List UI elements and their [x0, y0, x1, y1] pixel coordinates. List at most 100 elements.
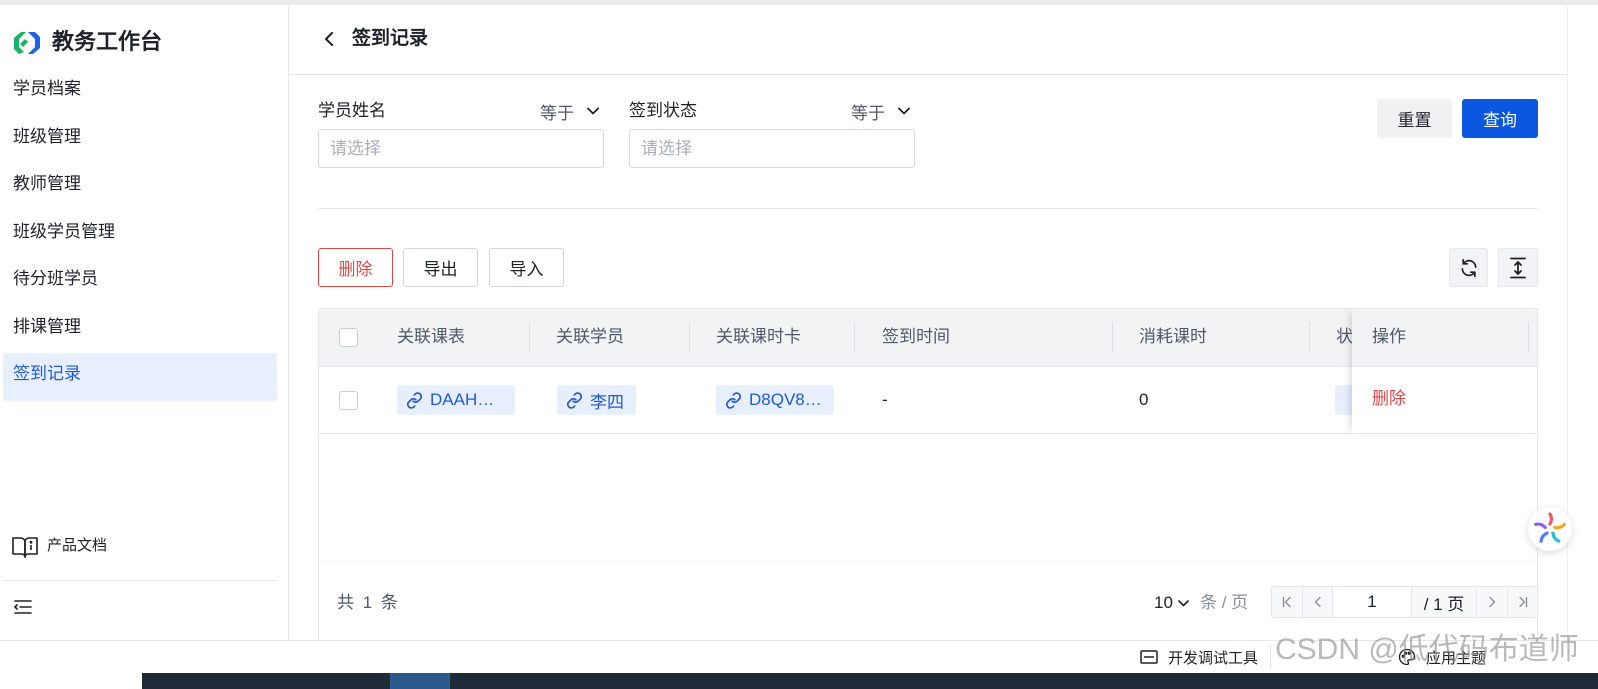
- fixed-column-header: 操作: [1352, 308, 1538, 367]
- course-link-text: DAAH…: [430, 390, 495, 409]
- sidebar-item-scheduling[interactable]: 排课管理: [3, 306, 277, 354]
- filter-operator-label: 等于: [851, 103, 885, 123]
- sidebar-item-sign-in-records[interactable]: 签到记录: [3, 353, 277, 401]
- consumed-hours-cell: 0: [1139, 390, 1149, 409]
- course-link-tag[interactable]: DAAH…: [397, 385, 515, 415]
- column-header-actions: 操作: [1372, 327, 1406, 346]
- select-all-checkbox[interactable]: [339, 328, 358, 347]
- sign-in-table: 关联课表 关联学员 关联课时卡 签到时间 消耗课时 状 DAAH… 李四 D8Q…: [318, 308, 1538, 640]
- row-height-button[interactable]: [1498, 248, 1538, 287]
- column-resize-handle[interactable]: [1309, 322, 1310, 352]
- column-header-card[interactable]: 关联课时卡: [716, 326, 801, 348]
- pager: / 1 页: [1271, 586, 1538, 618]
- sidebar-item-student-records[interactable]: 学员档案: [3, 68, 277, 116]
- sidebar-menu: 学员档案 班级管理 教师管理 班级学员管理 待分班学员 排课管理 签到记录: [3, 68, 277, 401]
- row-checkbox[interactable]: [339, 391, 358, 410]
- table-body-empty-area: [318, 434, 1538, 563]
- total-pages: / 1 页: [1412, 587, 1477, 617]
- devtools-button[interactable]: 开发调试工具: [1140, 647, 1258, 667]
- refresh-icon: [1459, 258, 1479, 278]
- card-link-tag[interactable]: D8QV8…: [716, 385, 834, 415]
- last-page-icon: [1517, 596, 1529, 608]
- total-count: 共 1 条: [337, 593, 400, 612]
- sidebar-item-label: 学员档案: [13, 79, 81, 98]
- reset-button[interactable]: 重置: [1377, 99, 1452, 138]
- sidebar-divider: [3, 580, 277, 581]
- column-header-student[interactable]: 关联学员: [556, 326, 624, 348]
- first-page-icon: [1281, 596, 1293, 608]
- column-header-consumed-hours[interactable]: 消耗课时: [1139, 326, 1207, 348]
- filter-operator-select[interactable]: 等于: [540, 100, 599, 123]
- sidebar-item-class-management[interactable]: 班级管理: [3, 116, 277, 164]
- sidebar-item-label: 教师管理: [13, 174, 81, 193]
- main-content: 签到记录 学员姓名 等于 签到状态 等于 重置 查询 删除 导出 导入: [289, 0, 1568, 640]
- student-name-input[interactable]: [318, 129, 604, 168]
- page-size-unit: 条 / 页: [1200, 593, 1249, 612]
- column-resize-handle[interactable]: [1112, 322, 1113, 352]
- student-link-text: 李四: [590, 392, 624, 412]
- sidebar-item-teacher-management[interactable]: 教师管理: [3, 163, 277, 211]
- sidebar-item-label: 班级管理: [13, 126, 81, 146]
- brand-title: 教务工作台: [52, 29, 163, 54]
- chevron-down-icon: [885, 107, 910, 115]
- column-resize-handle[interactable]: [689, 322, 690, 352]
- sign-time-cell: -: [882, 390, 888, 409]
- fixed-action-column: 操作 删除: [1352, 308, 1538, 434]
- watermark: CSDN @低代码布道师: [1275, 633, 1579, 666]
- top-strip: [0, 0, 1598, 5]
- column-resize-handle[interactable]: [854, 322, 855, 352]
- current-page-input[interactable]: [1332, 587, 1412, 617]
- chevron-left-icon[interactable]: [324, 32, 334, 46]
- taskbar-strip: [142, 673, 1598, 689]
- column-header-status[interactable]: 状: [1336, 326, 1353, 348]
- page-size-value: 10: [1154, 593, 1173, 612]
- sidebar-item-label: 班级学员管理: [13, 221, 115, 241]
- devtools-icon: [1140, 650, 1168, 664]
- first-page-button[interactable]: [1272, 587, 1302, 617]
- filter-operator-label: 等于: [540, 103, 574, 123]
- link-icon: [566, 391, 590, 409]
- chevron-down-icon: [574, 107, 599, 115]
- page-size-select[interactable]: 10: [1154, 592, 1189, 614]
- book-icon[interactable]: [12, 535, 38, 559]
- chevron-down-icon: [1173, 599, 1189, 607]
- fixed-column-cell: 删除: [1352, 367, 1538, 434]
- devtools-label: 开发调试工具: [1168, 649, 1259, 667]
- sidebar-item-label: 排课管理: [13, 316, 81, 336]
- taskbar-highlight: [390, 673, 450, 689]
- column-height-icon: [1508, 257, 1528, 279]
- import-button[interactable]: 导入: [489, 248, 564, 287]
- link-icon: [725, 391, 749, 409]
- sidebar: 教务工作台 学员档案 班级管理 教师管理 班级学员管理 待分班学员 排课管理 签…: [0, 0, 289, 640]
- export-button[interactable]: 导出: [403, 248, 478, 287]
- docs-link[interactable]: 产品文档: [47, 536, 107, 556]
- sidebar-item-class-student-management[interactable]: 班级学员管理: [3, 211, 277, 259]
- link-icon: [406, 391, 430, 409]
- next-page-button[interactable]: [1477, 587, 1507, 617]
- column-resize-handle[interactable]: [1528, 322, 1529, 352]
- chevron-right-icon: [1486, 596, 1498, 608]
- bottom-bar-separator: [1270, 646, 1271, 668]
- brand-logo-icon: [12, 30, 42, 56]
- sidebar-item-label: 签到记录: [13, 364, 81, 383]
- assistant-float-button[interactable]: [1528, 507, 1572, 551]
- prev-page-button[interactable]: [1302, 587, 1332, 617]
- student-link-tag[interactable]: 李四: [557, 385, 636, 415]
- chevron-left-icon: [1312, 596, 1324, 608]
- sign-status-input[interactable]: [629, 129, 915, 168]
- delete-button[interactable]: 删除: [318, 248, 393, 287]
- assistant-pinwheel-icon: [1528, 507, 1572, 551]
- menu-collapse-icon[interactable]: [14, 599, 32, 615]
- column-resize-handle[interactable]: [529, 322, 530, 352]
- sidebar-item-unassigned-students[interactable]: 待分班学员: [3, 258, 277, 306]
- last-page-button[interactable]: [1507, 587, 1537, 617]
- query-button[interactable]: 查询: [1462, 99, 1538, 138]
- row-delete-link[interactable]: 删除: [1372, 388, 1406, 410]
- card-link-text: D8QV8…: [749, 390, 822, 409]
- filter-operator-select[interactable]: 等于: [851, 100, 910, 123]
- column-header-sign-time[interactable]: 签到时间: [882, 326, 950, 348]
- refresh-button[interactable]: [1449, 248, 1488, 287]
- column-header-course[interactable]: 关联课表: [397, 326, 465, 348]
- filter-divider: [318, 208, 1538, 209]
- filter-label-student-name: 学员姓名: [318, 101, 386, 120]
